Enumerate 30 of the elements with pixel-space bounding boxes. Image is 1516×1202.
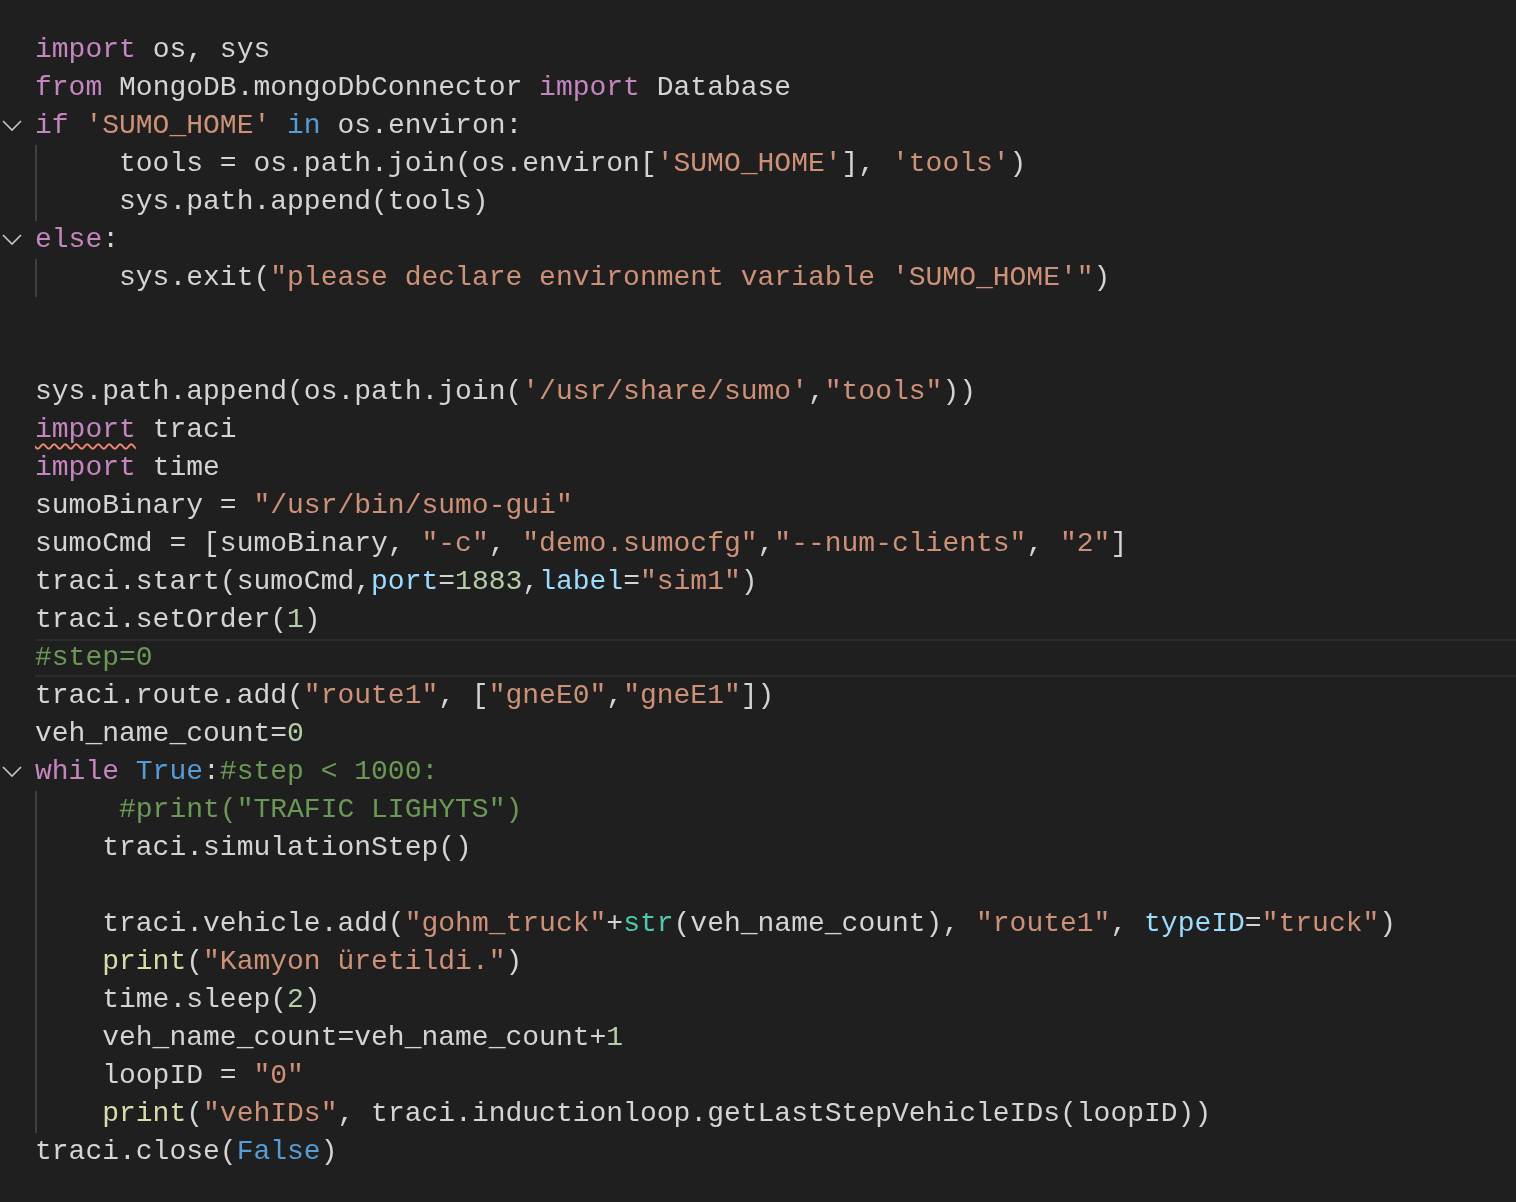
code-line: traci.route.add("route1", ["gneE0","gneE1"])	[35, 679, 775, 713]
code-line: sys.path.append(tools)	[118, 185, 489, 219]
code-line: sumoBinary = "/usr/bin/sumo-gui"	[35, 489, 573, 523]
code-line: while True:#step < 1000:	[35, 755, 439, 789]
chevron-down-icon[interactable]	[2, 234, 22, 246]
code-line: traci.close(False)	[35, 1135, 338, 1169]
code-line: tools = os.path.join(os.environ['SUMO_HOME'], 'tools')	[118, 147, 1027, 181]
chevron-down-icon[interactable]	[2, 766, 22, 778]
chevron-down-icon[interactable]	[2, 120, 22, 132]
code-line: from MongoDB.mongoDbConnector import Database	[35, 71, 792, 105]
code-line: sys.exit("please declare environment variable 'SUMO_HOME'")	[118, 261, 1111, 295]
code-line: import time	[35, 451, 220, 485]
code-line: print("Kamyon üretildi.")	[101, 945, 523, 979]
code-line: import os, sys	[35, 33, 271, 67]
code-line: print("vehIDs", traci.inductionloop.getLastStepVehicleIDs(loopID))	[101, 1097, 1212, 1131]
code-line: else:	[35, 223, 120, 257]
code-line: sys.path.append(os.path.join('/usr/share/sumo',"tools"))	[35, 375, 976, 409]
code-line: time.sleep(2)	[101, 983, 321, 1017]
code-line: #step=0	[35, 641, 153, 675]
code-line: traci.start(sumoCmd,port=1883,label="sim1")	[35, 565, 758, 599]
code-line: veh_name_count=veh_name_count+1	[101, 1021, 624, 1055]
code-line: import traci	[35, 413, 237, 447]
code-line: traci.setOrder(1)	[35, 603, 321, 637]
code-line: traci.vehicle.add("gohm_truck"+str(veh_name_count), "route1", typeID="truck")	[101, 907, 1397, 941]
code-line: traci.simulationStep()	[101, 831, 472, 865]
code-line: loopID = "0"	[101, 1059, 304, 1093]
code-line: if 'SUMO_HOME' in os.environ:	[35, 109, 523, 143]
code-line: sumoCmd = [sumoBinary, "-c", "demo.sumocfg","--num-clients", "2"]	[35, 527, 1128, 561]
code-line: #print("TRAFIC LIGHYTS")	[118, 793, 523, 827]
code-line: veh_name_count=0	[35, 717, 304, 751]
